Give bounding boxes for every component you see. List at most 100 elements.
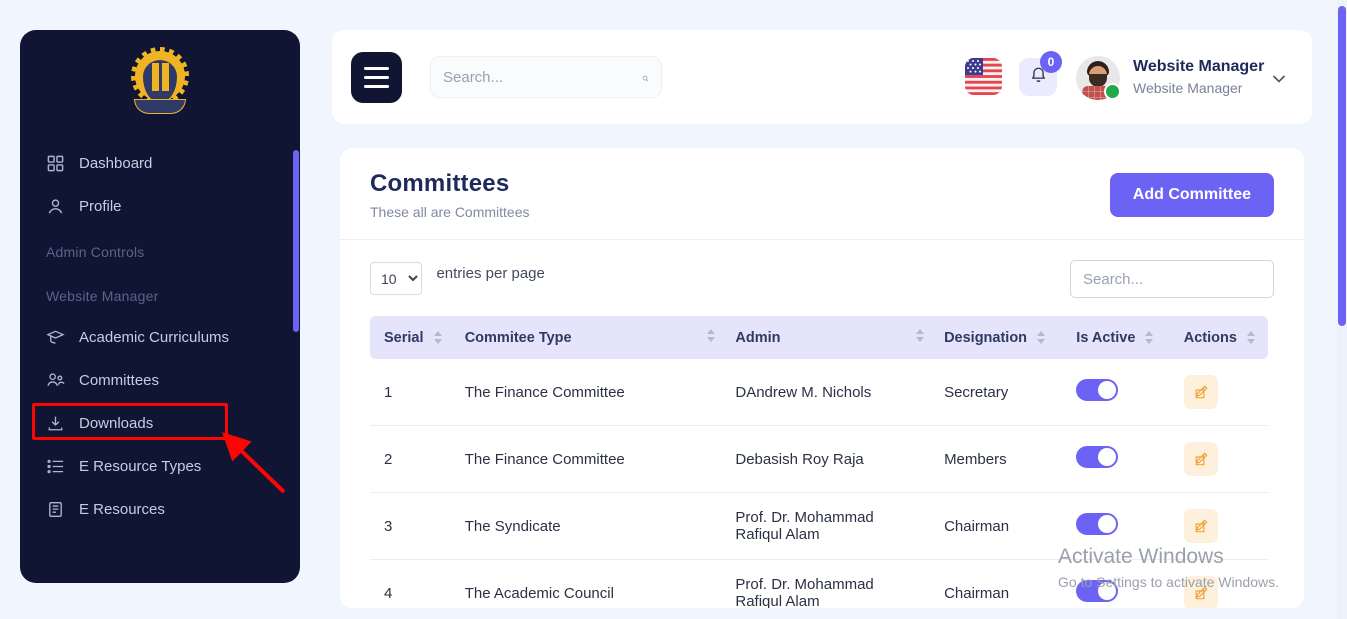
is-active-toggle[interactable] <box>1076 513 1118 535</box>
cell-admin: Prof. Dr. Mohammad Rafiqul Alam <box>725 493 934 560</box>
sidebar-item-label: E Resources <box>79 501 165 518</box>
column-label: Actions <box>1184 330 1237 346</box>
sort-icon <box>1247 331 1255 344</box>
sidebar-item-downloads[interactable]: Downloads <box>20 402 300 445</box>
committees-card: Committees These all are Committees Add … <box>340 148 1304 608</box>
cell-commitee-type: The Finance Committee <box>455 426 726 493</box>
sort-icon <box>916 329 924 342</box>
edit-icon <box>1193 384 1209 400</box>
cell-designation: Secretary <box>934 359 1066 426</box>
cell-commitee-type: The Syndicate <box>455 493 726 560</box>
edit-icon <box>1193 451 1209 467</box>
cell-is-active <box>1066 359 1173 426</box>
edit-button[interactable] <box>1184 442 1218 476</box>
top-header-bar: 0 Website Manager Website Manager <box>332 30 1312 124</box>
cell-serial: 4 <box>370 560 455 609</box>
page-scrollbar-thumb[interactable] <box>1338 6 1346 326</box>
sort-icon <box>1037 331 1045 344</box>
cell-serial: 1 <box>370 359 455 426</box>
us-flag-icon[interactable] <box>965 58 1002 95</box>
column-header-serial[interactable]: Serial <box>370 316 455 359</box>
sidebar-section-admin-controls: Admin Controls <box>20 228 300 272</box>
column-header-admin[interactable]: Admin <box>725 316 934 359</box>
column-header-actions[interactable]: Actions <box>1174 316 1268 359</box>
cell-commitee-type: The Finance Committee <box>455 359 726 426</box>
committees-table: Serial Commitee Type Admin Designation I… <box>370 316 1268 608</box>
edit-button[interactable] <box>1184 509 1218 543</box>
toggle-knob <box>1098 381 1116 399</box>
book-icon <box>46 500 65 519</box>
page-scrollbar-track[interactable] <box>1337 0 1347 619</box>
edit-icon <box>1193 518 1209 534</box>
cell-admin: Debasish Roy Raja <box>725 426 934 493</box>
toggle-knob <box>1098 448 1116 466</box>
cell-actions <box>1174 426 1268 493</box>
is-active-toggle[interactable] <box>1076 379 1118 401</box>
is-active-toggle[interactable] <box>1076 580 1118 602</box>
table-head: Serial Commitee Type Admin Designation I… <box>370 316 1268 359</box>
column-label: Commitee Type <box>465 330 572 346</box>
is-active-toggle[interactable] <box>1076 446 1118 468</box>
column-header-commitee-type[interactable]: Commitee Type <box>455 316 726 359</box>
sidebar-logo <box>20 30 300 142</box>
entries-per-page-label: entries per page <box>436 265 544 282</box>
table-header-row: Serial Commitee Type Admin Designation I… <box>370 316 1268 359</box>
table-body: 1The Finance CommitteeDAndrew M. Nichols… <box>370 359 1268 608</box>
column-label: Admin <box>735 330 780 346</box>
sidebar-item-academic-curriculums[interactable]: Academic Curriculums <box>20 316 300 359</box>
list-icon <box>46 457 65 476</box>
edit-button[interactable] <box>1184 375 1218 409</box>
global-search-box[interactable] <box>430 56 662 98</box>
column-label: Is Active <box>1076 330 1135 346</box>
cell-is-active <box>1066 493 1173 560</box>
cell-actions <box>1174 493 1268 560</box>
graduation-cap-icon <box>46 328 65 347</box>
toggle-knob <box>1098 515 1116 533</box>
entries-per-page-select[interactable]: 102550100 <box>370 262 422 295</box>
hamburger-menu-button[interactable] <box>351 52 402 103</box>
sidebar-scrollbar[interactable] <box>293 150 299 332</box>
cell-designation: Chairman <box>934 560 1066 609</box>
sidebar-item-dashboard[interactable]: Dashboard <box>20 142 300 185</box>
column-header-is-active[interactable]: Is Active <box>1066 316 1173 359</box>
toggle-knob <box>1098 582 1116 600</box>
search-input[interactable] <box>443 69 642 86</box>
search-icon <box>642 69 649 85</box>
cell-serial: 2 <box>370 426 455 493</box>
user-name-label: Website Manager <box>1133 58 1264 76</box>
cell-is-active <box>1066 560 1173 609</box>
pillar-left <box>152 63 159 91</box>
cell-admin: DAndrew M. Nichols <box>725 359 934 426</box>
user-role-label: Website Manager <box>1133 80 1242 96</box>
notification-count-badge: 0 <box>1040 51 1062 73</box>
column-header-designation[interactable]: Designation <box>934 316 1066 359</box>
user-avatar[interactable] <box>1076 56 1120 100</box>
users-icon <box>46 371 65 390</box>
edit-icon <box>1193 585 1209 601</box>
cell-designation: Members <box>934 426 1066 493</box>
card-header: Committees These all are Committees Add … <box>340 148 1304 240</box>
sidebar-item-label: Academic Curriculums <box>79 329 229 346</box>
sidebar-section-website-manager: Website Manager <box>20 272 300 316</box>
university-crest-logo <box>128 51 192 121</box>
cell-serial: 3 <box>370 493 455 560</box>
sidebar-item-e-resource-types[interactable]: E Resource Types <box>20 445 300 488</box>
pillar-right <box>162 63 169 91</box>
add-committee-button[interactable]: Add Committee <box>1110 173 1274 217</box>
ribbon-shape <box>134 99 186 114</box>
table-row: 4The Academic CouncilProf. Dr. Mohammad … <box>370 560 1268 609</box>
sidebar-item-label: Profile <box>79 198 122 215</box>
table-search-input[interactable] <box>1070 260 1274 298</box>
sort-icon <box>1145 331 1153 344</box>
sidebar-item-profile[interactable]: Profile <box>20 185 300 228</box>
chevron-down-icon[interactable] <box>1270 70 1288 93</box>
sidebar-item-e-resources[interactable]: E Resources <box>20 488 300 531</box>
menu-line <box>364 76 389 79</box>
menu-line <box>364 85 389 88</box>
sort-icon <box>707 329 715 342</box>
edit-button[interactable] <box>1184 576 1218 608</box>
sidebar-item-label: E Resource Types <box>79 458 201 475</box>
download-icon <box>46 414 65 433</box>
sidebar-item-committees[interactable]: Committees <box>20 359 300 402</box>
sidebar: Dashboard Profile Admin Controls Website… <box>20 30 300 583</box>
